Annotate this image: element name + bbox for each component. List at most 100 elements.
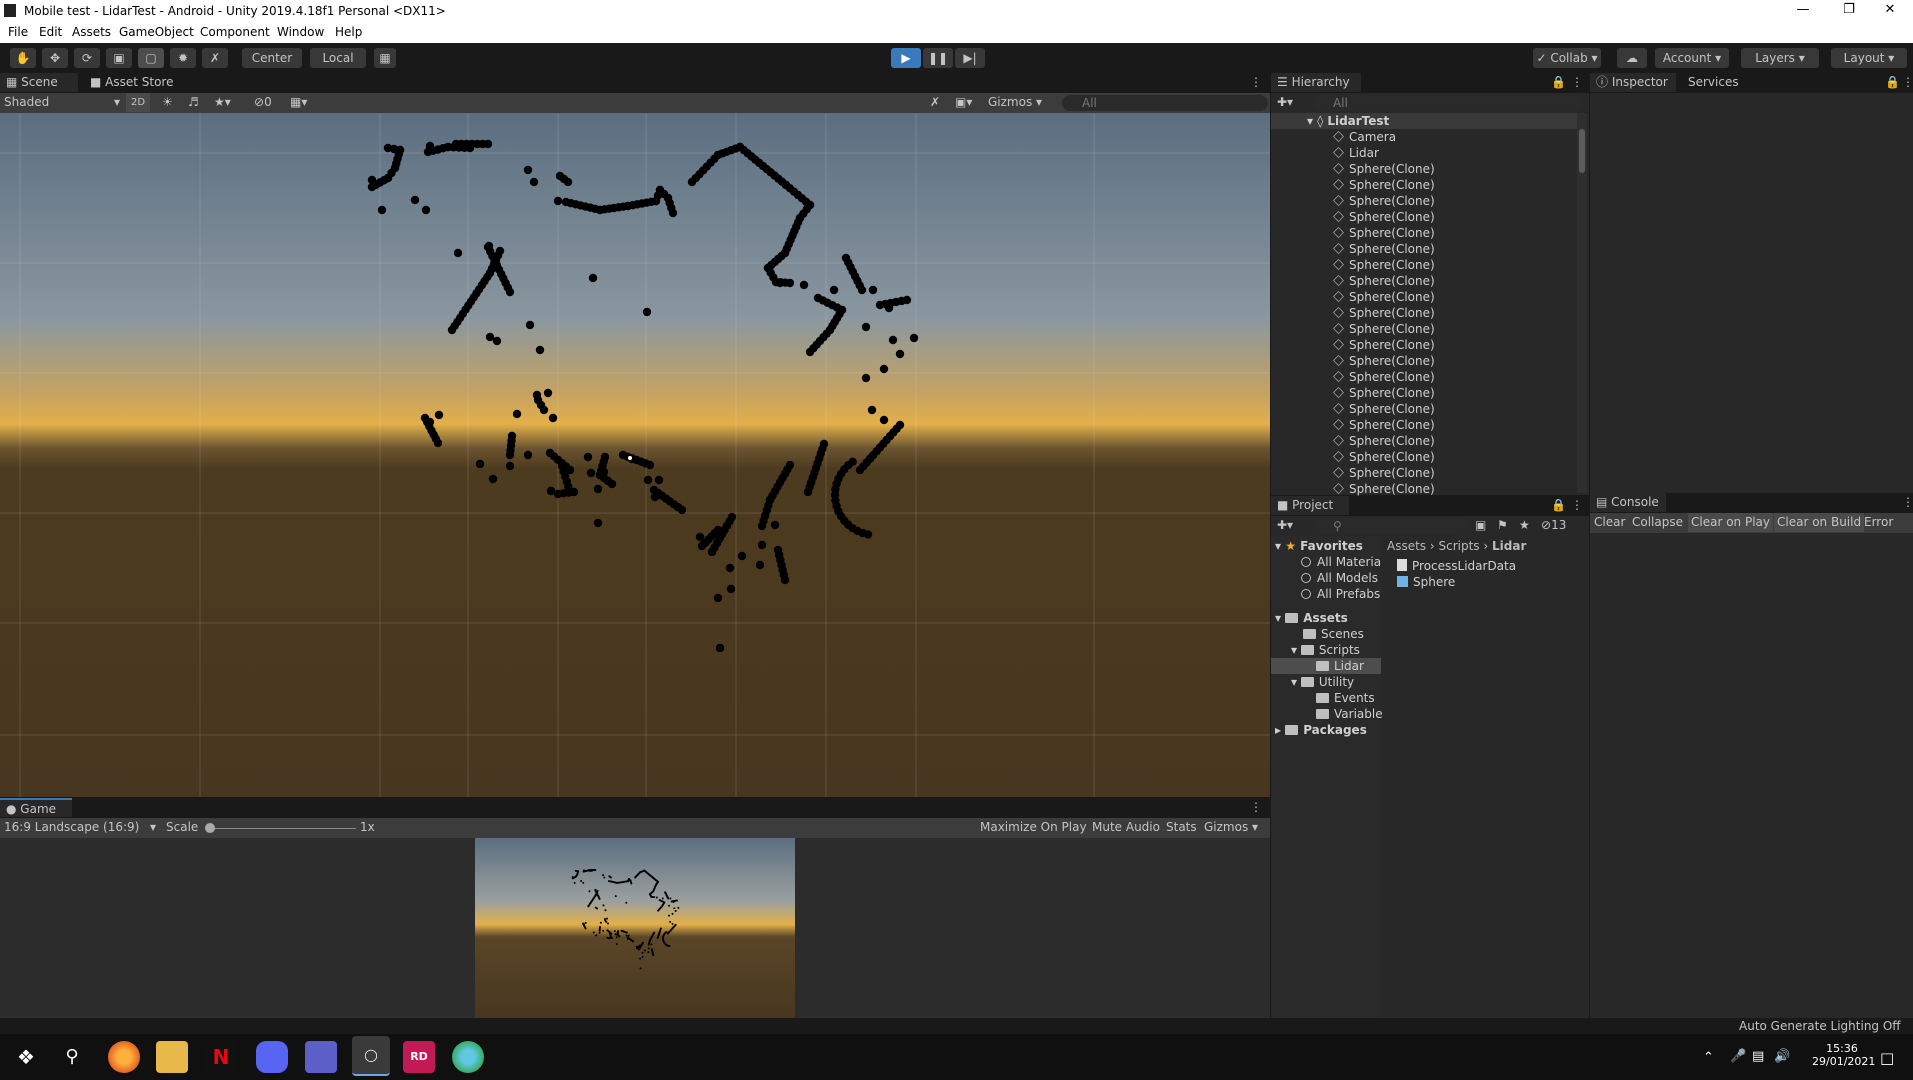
hierarchy-item-sphere-clone[interactable]: Sphere(Clone) — [1333, 321, 1435, 337]
hand-tool-icon[interactable]: ✋ — [10, 48, 36, 68]
tree-lidar[interactable]: Lidar — [1271, 658, 1381, 674]
hierarchy-item-sphere-clone[interactable]: Sphere(Clone) — [1333, 449, 1435, 465]
scene-view[interactable] — [0, 113, 1270, 797]
console-clear-on-play-toggle[interactable]: Clear on Play — [1688, 513, 1773, 532]
hierarchy-item-sphere-clone[interactable]: Sphere(Clone) — [1333, 177, 1435, 193]
rotate-tool-icon[interactable]: ⟳ — [74, 48, 100, 68]
taskbar-clock[interactable]: 15:36 29/01/2021 — [1812, 1042, 1875, 1068]
tree-utility[interactable]: ▾ Utility — [1291, 674, 1354, 690]
layers-dropdown[interactable]: Layers ▾ — [1741, 48, 1819, 68]
hierarchy-item-sphere-clone[interactable]: Sphere(Clone) — [1333, 257, 1435, 273]
crumb-assets[interactable]: Assets — [1387, 539, 1426, 553]
play-button[interactable]: ▶ — [891, 48, 921, 68]
tools-icon[interactable]: ✗ — [930, 93, 948, 112]
tree-events[interactable]: Events — [1316, 690, 1375, 706]
stats-toggle[interactable]: Stats — [1166, 818, 1197, 837]
filter-type-icon[interactable]: ▣ — [1475, 516, 1486, 535]
menu-component[interactable]: Component — [200, 25, 270, 39]
mode-2d-button[interactable]: 2D — [126, 93, 150, 112]
tray-chevron-icon[interactable]: ⌃ — [1703, 1050, 1714, 1065]
close-icon[interactable]: ✕ — [1867, 0, 1913, 22]
globe-app-icon[interactable] — [452, 1041, 484, 1073]
volume-icon[interactable]: 🔊 — [1774, 1049, 1790, 1064]
tree-scripts[interactable]: ▾ Scripts — [1291, 642, 1360, 658]
favorite-star-icon[interactable]: ★ — [1519, 516, 1530, 535]
fav-all-models[interactable]: All Models — [1301, 570, 1378, 586]
hierarchy-item-sphere-clone[interactable]: Sphere(Clone) — [1333, 289, 1435, 305]
rider-icon[interactable]: RD — [403, 1041, 435, 1073]
grid-toggle-icon[interactable]: ▦▾ — [290, 93, 326, 112]
file-sphere[interactable]: Sphere — [1397, 574, 1455, 590]
hierarchy-item-camera[interactable]: Camera — [1333, 129, 1396, 145]
search-icon[interactable]: ⚲ — [56, 1041, 88, 1073]
hierarchy-scrollbar[interactable] — [1577, 113, 1587, 493]
menu-window[interactable]: Window — [277, 25, 324, 39]
notifications-icon[interactable]: □ — [1880, 1049, 1894, 1067]
hierarchy-item-sphere-clone[interactable]: Sphere(Clone) — [1333, 417, 1435, 433]
network-icon[interactable]: ▤ — [1752, 1049, 1764, 1064]
hierarchy-item-sphere-clone[interactable]: Sphere(Clone) — [1333, 369, 1435, 385]
hierarchy-item-sphere-clone[interactable]: Sphere(Clone) — [1333, 401, 1435, 417]
tree-scenes[interactable]: Scenes — [1303, 626, 1364, 642]
fav-all-prefabs[interactable]: All Prefabs — [1301, 586, 1380, 602]
hierarchy-root-lidartest[interactable]: ▾ ◊ LidarTest — [1271, 113, 1577, 129]
project-search-input[interactable]: ⚲ — [1317, 518, 1467, 534]
restore-icon[interactable]: ❐ — [1826, 0, 1872, 22]
minimize-icon[interactable]: — — [1780, 0, 1826, 22]
layout-dropdown[interactable]: Layout ▾ — [1831, 48, 1907, 68]
menu-file[interactable]: File — [8, 25, 28, 39]
tab-project[interactable]: ■ Project — [1271, 496, 1349, 515]
menu-edit[interactable]: Edit — [39, 25, 62, 39]
pivot-center-button[interactable]: Center — [242, 48, 302, 68]
file-processlidardata[interactable]: ProcessLidarData — [1397, 558, 1516, 574]
camera-icon[interactable]: ▣▾ — [955, 93, 985, 112]
console-clear-on-build-toggle[interactable]: Clear on Build — [1774, 513, 1865, 532]
gizmos-dropdown[interactable]: Gizmos ▾ — [988, 93, 1052, 112]
audio-icon[interactable]: ♬ — [188, 93, 206, 112]
hierarchy-item-sphere-clone[interactable]: Sphere(Clone) — [1333, 465, 1435, 481]
filter-label-icon[interactable]: ⚑ — [1497, 516, 1508, 535]
project-lock-icon[interactable]: 🔒 — [1551, 496, 1566, 515]
hierarchy-item-sphere-clone[interactable]: Sphere(Clone) — [1333, 337, 1435, 353]
windows-start-icon[interactable]: ❖ — [10, 1041, 42, 1073]
microphone-icon[interactable]: 🎤 — [1730, 1049, 1746, 1064]
pause-button[interactable]: ❚❚ — [923, 48, 953, 68]
teams-icon[interactable] — [305, 1041, 337, 1073]
hierarchy-search-input[interactable]: All — [1313, 95, 1583, 111]
shading-dropdown[interactable]: Shaded ▾ — [4, 93, 120, 112]
hierarchy-item-sphere-clone[interactable]: Sphere(Clone) — [1333, 305, 1435, 321]
game-gizmos-dropdown[interactable]: Gizmos ▾ — [1204, 818, 1264, 837]
tab-hierarchy[interactable]: ☰ Hierarchy — [1271, 73, 1361, 92]
project-more-icon[interactable]: ⋮ — [1571, 496, 1583, 515]
hierarchy-item-sphere-clone[interactable]: Sphere(Clone) — [1333, 241, 1435, 257]
tree-packages[interactable]: ▸ Packages — [1275, 722, 1367, 738]
inspector-more-icon[interactable]: ⋮ — [1902, 73, 1913, 92]
tab-scene[interactable]: ▦ Scene — [0, 73, 78, 92]
scene-more-icon[interactable]: ⋮ — [1250, 73, 1262, 92]
collab-button[interactable]: ✓ Collab ▾ — [1533, 48, 1601, 68]
tree-assets[interactable]: ▾ Assets — [1275, 610, 1348, 626]
hierarchy-lock-icon[interactable]: 🔒 — [1551, 73, 1566, 92]
effects-icon[interactable]: ★▾ — [214, 93, 244, 112]
inspector-lock-icon[interactable]: 🔒 — [1885, 73, 1900, 92]
tree-favorites[interactable]: ▾ ★ Favorites — [1275, 538, 1363, 554]
tab-inspector[interactable]: ⓘ Inspector — [1590, 73, 1676, 92]
menu-assets[interactable]: Assets — [72, 25, 111, 39]
console-more-icon[interactable]: ⋮ — [1902, 493, 1913, 512]
scene-search-input[interactable]: All — [1062, 95, 1268, 111]
hidden-objects-toggle[interactable]: ⊘0 — [254, 93, 284, 112]
netflix-icon[interactable]: N — [205, 1041, 237, 1073]
project-add-button[interactable]: ✚▾ — [1277, 516, 1293, 535]
move-tool-icon[interactable]: ✥ — [42, 48, 68, 68]
hidden-packages-toggle[interactable]: ⊘13 — [1541, 516, 1566, 535]
hierarchy-more-icon[interactable]: ⋮ — [1571, 73, 1583, 92]
aspect-dropdown[interactable]: 16:9 Landscape (16:9) ▾ — [4, 818, 156, 837]
crumb-scripts[interactable]: Scripts — [1439, 539, 1480, 553]
tab-services[interactable]: Services — [1688, 73, 1739, 92]
tree-variable[interactable]: Variable — [1316, 706, 1383, 722]
firefox-icon[interactable] — [108, 1041, 140, 1073]
console-error-pause-toggle[interactable]: Error Pau — [1864, 513, 1913, 548]
scale-slider-thumb[interactable] — [205, 823, 215, 833]
hierarchy-item-sphere-clone[interactable]: Sphere(Clone) — [1333, 433, 1435, 449]
lighting-status[interactable]: Auto Generate Lighting Off — [1739, 1019, 1901, 1033]
